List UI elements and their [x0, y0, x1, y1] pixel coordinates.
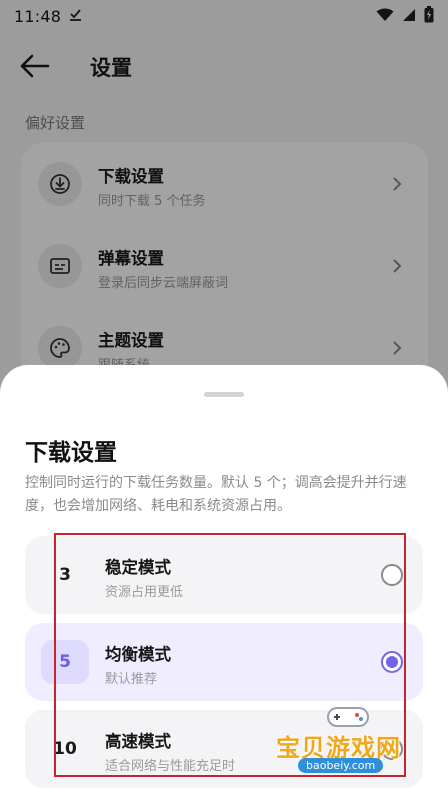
option-fast-mode[interactable]: 10 高速模式 适合网络与性能充足时	[25, 710, 423, 788]
sheet-title: 下载设置	[25, 440, 117, 466]
option-number: 3	[59, 565, 71, 585]
option-number: 5	[41, 640, 89, 684]
radio-button[interactable]	[381, 738, 403, 760]
option-stable-mode[interactable]: 3 稳定模式 资源占用更低	[25, 536, 423, 614]
option-title: 稳定模式	[105, 558, 171, 577]
radio-button-selected[interactable]	[381, 651, 403, 673]
option-number: 10	[53, 739, 77, 759]
option-subtitle: 默认推荐	[105, 672, 158, 687]
option-title: 均衡模式	[105, 645, 171, 664]
radio-button[interactable]	[381, 564, 403, 586]
option-title: 高速模式	[105, 732, 171, 751]
sheet-description: 控制同时运行的下载任务数量。默认 5 个；调高会提升并行速度，也会增加网络、耗电…	[25, 475, 407, 514]
drag-handle[interactable]	[204, 392, 244, 397]
download-settings-sheet: 下载设置 控制同时运行的下载任务数量。默认 5 个；调高会提升并行速度，也会增加…	[0, 365, 448, 796]
option-subtitle: 适合网络与性能充足时	[105, 759, 236, 774]
option-balanced-mode[interactable]: 5 均衡模式 默认推荐	[25, 623, 423, 701]
option-subtitle: 资源占用更低	[105, 585, 184, 600]
